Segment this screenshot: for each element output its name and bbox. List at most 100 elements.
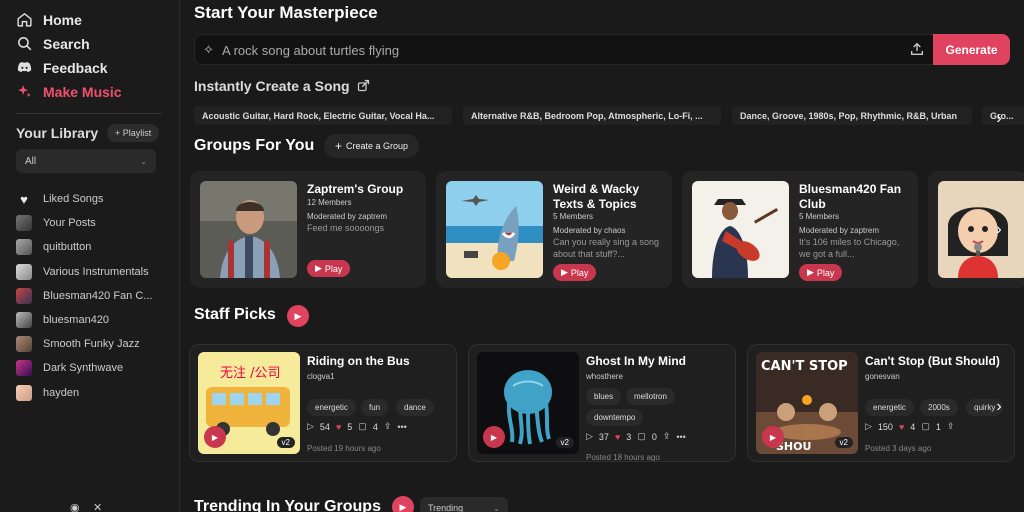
trending-select[interactable]: Trending ⌄ [420,497,508,512]
song-artist: gonesvan [865,372,900,381]
instant-chip[interactable]: Dance, Groove, 1980s, Pop, Rhythmic, R&B… [732,106,972,125]
group-play-button[interactable]: ▶ Play [307,260,351,277]
song-card[interactable]: CAN'T STOP SHOU ▶ v2 Can't Stop (But Shou… [747,344,1015,462]
play-count: 37 [598,431,609,442]
posted-time: Posted 19 hours ago [307,444,381,453]
library-item[interactable]: bluesman420 [16,312,109,328]
group-card[interactable]: Weird & Wacky Texts & Topics 5 Members M… [436,171,672,288]
sparkle-icon: ✧ [203,42,214,57]
song-tag[interactable]: energetic [307,399,356,416]
group-play-button[interactable]: ▶ Play [799,264,843,281]
song-play-button[interactable]: ▶ [762,426,784,448]
nav-feedback-label: Feedback [43,59,108,76]
x-icon[interactable]: ✕ [93,501,102,512]
group-members: 12 Members [307,198,352,207]
group-card[interactable]: Bluesman420 Fan Club 5 Members Moderated… [682,171,918,288]
song-tag[interactable]: dance [396,399,434,416]
sidebar: Home Search Feedback Make Music Your Lib… [0,0,180,512]
instant-chip[interactable]: Alternative R&B, Bedroom Pop, Atmospheri… [463,106,721,125]
library-item[interactable]: ♥ Liked Songs [16,191,104,207]
song-card[interactable]: ▶ v2 Ghost In My Mind whosthere blues me… [468,344,736,462]
version-badge: v2 [555,437,574,448]
library-item[interactable]: Smooth Funky Jazz [16,336,140,352]
like-count: 5 [347,421,353,432]
share-icon[interactable] [356,78,371,93]
library-item-label: hayden [43,387,80,399]
library-item[interactable]: Various Instrumentals [16,264,149,280]
playlist-thumb [16,239,32,255]
chevron-right-icon[interactable]: › [990,110,1008,128]
create-group-button[interactable]: + Create a Group [324,134,420,158]
library-item-label: Liked Songs [43,193,104,205]
play-count: 54 [319,421,330,432]
share-icon[interactable]: ⇪ [663,431,671,442]
version-badge: v2 [834,437,853,448]
play-icon: ▶ [807,267,814,277]
library-item[interactable]: Your Posts [16,215,96,231]
nav-home[interactable]: Home [16,11,82,28]
upload-icon[interactable] [909,41,925,57]
song-artist: clogva1 [307,372,335,381]
group-image [692,181,789,278]
more-icon[interactable]: ••• [397,422,406,432]
play-icon: ▶ [294,310,302,321]
avatar-thumb [16,215,32,231]
instant-chip[interactable]: Acoustic Guitar, Hard Rock, Electric Gui… [194,106,452,125]
song-stats: ▷ 37 ♥ 3 ▢ 0 ⇪ ••• [586,431,686,442]
comment-icon[interactable]: ▢ [358,421,367,432]
song-play-button[interactable]: ▶ [204,426,226,448]
heart-icon[interactable]: ♥ [899,422,904,432]
add-playlist-button[interactable]: + Playlist [107,124,160,142]
posted-time: Posted 18 hours ago [586,453,660,462]
song-title: Riding on the Bus [307,354,410,368]
play-count-icon: ▷ [307,421,314,431]
discord-icon[interactable]: ◉ [70,501,80,512]
library-item[interactable]: Bluesman420 Fan C... [16,288,152,304]
nav-feedback[interactable]: Feedback [16,59,108,76]
share-icon[interactable]: ⇪ [947,421,955,432]
group-play-button[interactable]: ▶ Play [553,264,597,281]
group-play-label: Play [324,263,343,274]
more-icon[interactable]: ••• [676,432,685,442]
song-tag[interactable]: mellotron [626,388,675,405]
heart-icon[interactable]: ♥ [615,432,620,442]
library-item[interactable]: Dark Synthwave [16,360,123,376]
song-tag[interactable]: fun [361,399,389,416]
posted-time: Posted 3 days ago [865,444,932,453]
playlist-thumb [16,385,32,401]
group-card[interactable]: Zaptrem's Group 12 Members Moderated by … [190,171,426,288]
nav-search-label: Search [43,35,90,52]
nav-search[interactable]: Search [16,35,90,52]
song-tag[interactable]: 2000s [920,399,958,416]
staff-picks-play-button[interactable]: ▶ [287,305,309,327]
comment-icon[interactable]: ▢ [921,421,930,432]
comment-icon[interactable]: ▢ [637,431,646,442]
group-description: Can you really sing a song about that st… [553,237,660,259]
trending-play-button[interactable]: ▶ [392,496,414,512]
song-tag[interactable]: downtempo [586,409,644,426]
generate-button[interactable]: Generate [933,34,1010,65]
group-card-partial[interactable] [928,171,1024,288]
library-filter-value: All [25,155,37,167]
nav-make-music[interactable]: Make Music [16,83,122,100]
group-moderator: Moderated by zaptrem [799,226,880,235]
library-item-label: Your Posts [43,217,96,229]
library-item[interactable]: hayden [16,385,79,401]
song-play-button[interactable]: ▶ [483,426,505,448]
share-icon[interactable]: ⇪ [384,421,392,432]
prompt-input[interactable]: ✧ A rock song about turtles flying Gener… [194,34,1010,65]
song-tag[interactable]: energetic [865,399,914,416]
song-tag[interactable]: blues [586,388,622,405]
search-icon [18,37,32,51]
chevron-right-icon[interactable]: › [990,398,1008,416]
library-filter-select[interactable]: All ⌄ [16,149,156,173]
song-cover: 无注 /公司 ▶ v2 [198,352,300,454]
library-item-label: Various Instrumentals [43,266,149,278]
song-title: Can't Stop (But Should) [865,354,1000,368]
play-icon: ▶ [490,432,498,442]
song-card[interactable]: 无注 /公司 ▶ v2 Riding on the Bus clogva1 en… [189,344,457,462]
playlist-thumb [16,312,32,328]
heart-icon[interactable]: ♥ [336,422,341,432]
library-item[interactable]: quitbutton [16,239,91,255]
chevron-right-icon[interactable]: › [990,221,1008,239]
